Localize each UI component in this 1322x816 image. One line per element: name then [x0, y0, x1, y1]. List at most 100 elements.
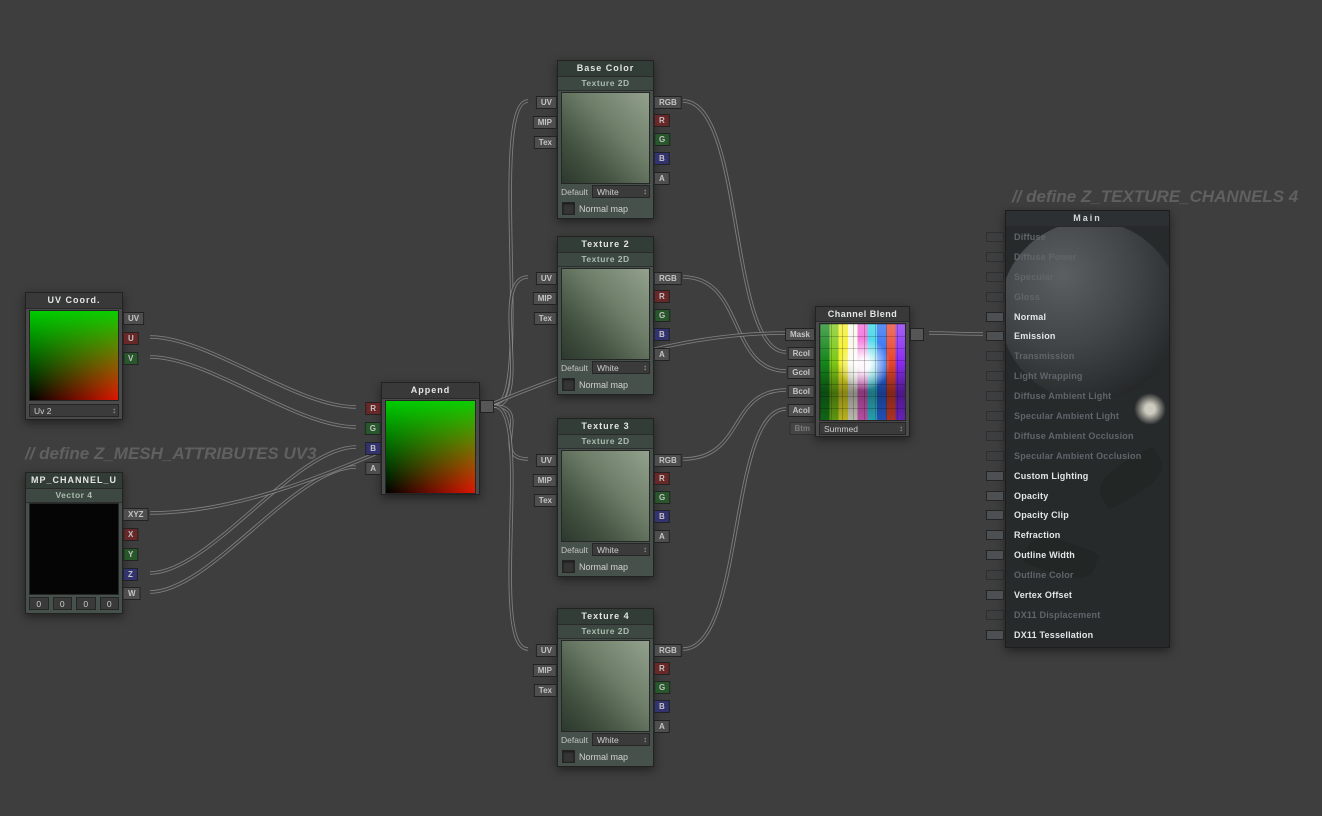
input-connector[interactable] — [986, 252, 1004, 262]
normal-map-checkbox[interactable] — [562, 560, 575, 573]
output-port-rgb[interactable]: RGB — [654, 96, 682, 109]
output-port-rgb[interactable]: RGB — [654, 644, 682, 657]
input-port-mip[interactable]: MIP — [533, 474, 557, 487]
wire[interactable] — [683, 277, 786, 371]
node-texture-4[interactable]: Texture 4 Texture 2D UV MIP Tex RGB R G … — [557, 608, 654, 767]
input-connector[interactable] — [986, 471, 1004, 481]
output-port-g[interactable]: G — [654, 491, 670, 504]
input-connector[interactable] — [986, 371, 1004, 381]
input-connector[interactable] — [986, 331, 1004, 341]
input-port-tex[interactable]: Tex — [534, 312, 557, 325]
input-connector[interactable] — [986, 411, 1004, 421]
output-port-b[interactable]: B — [654, 328, 670, 341]
node-texture-3[interactable]: Texture 3 Texture 2D UV MIP Tex RGB R G … — [557, 418, 654, 577]
vector4-z-field[interactable]: 0 — [76, 597, 96, 610]
input-connector[interactable] — [986, 550, 1004, 560]
output-port-z[interactable]: Z — [123, 568, 138, 581]
output-port-a[interactable]: A — [654, 348, 670, 361]
input-port-bcol[interactable]: Bcol — [788, 385, 815, 398]
output-connector[interactable] — [480, 400, 494, 413]
output-port-a[interactable]: A — [654, 172, 670, 185]
node-vector4-property[interactable]: MP_CHANNEL_U Vector 4 XYZ X Y Z W 0 0 0 … — [25, 472, 123, 614]
output-port-g[interactable]: G — [654, 681, 670, 694]
output-port-x[interactable]: X — [123, 528, 138, 541]
node-texture-2[interactable]: Texture 2 Texture 2D UV MIP Tex RGB R G … — [557, 236, 654, 395]
input-port-uv[interactable]: UV — [536, 272, 557, 285]
vector4-w-field[interactable]: 0 — [100, 597, 120, 610]
output-port-b[interactable]: B — [654, 700, 670, 713]
input-connector[interactable] — [986, 610, 1004, 620]
output-port-u[interactable]: U — [123, 332, 139, 345]
input-connector[interactable] — [986, 312, 1004, 322]
wire[interactable] — [683, 409, 786, 649]
input-port-r[interactable]: R — [365, 402, 381, 415]
input-port-mip[interactable]: MIP — [533, 664, 557, 677]
output-port-rgb[interactable]: RGB — [654, 272, 682, 285]
output-port-a[interactable]: A — [654, 530, 670, 543]
node-base-color-texture[interactable]: Base Color Texture 2D UV MIP Tex RGB R G… — [557, 60, 654, 219]
wire[interactable] — [494, 406, 528, 649]
input-connector[interactable] — [986, 451, 1004, 461]
output-port-b[interactable]: B — [654, 152, 670, 165]
output-port-rgb[interactable]: RGB — [654, 454, 682, 467]
wire[interactable] — [494, 277, 528, 406]
input-connector[interactable] — [986, 351, 1004, 361]
wire[interactable] — [150, 467, 356, 592]
input-port-mask[interactable]: Mask — [785, 328, 815, 341]
default-value-dropdown[interactable]: White — [592, 733, 650, 746]
output-port-r[interactable]: R — [654, 472, 670, 485]
output-port-r[interactable]: R — [654, 662, 670, 675]
normal-map-checkbox[interactable] — [562, 202, 575, 215]
wire[interactable] — [150, 337, 356, 407]
blend-mode-dropdown[interactable]: Summed — [819, 422, 906, 435]
input-port-uv[interactable]: UV — [536, 96, 557, 109]
normal-map-checkbox[interactable] — [562, 378, 575, 391]
node-main[interactable]: Main Diffuse Diffuse Power Specular Glos… — [1005, 210, 1170, 648]
default-value-dropdown[interactable]: White — [592, 361, 650, 374]
input-port-a[interactable]: A — [365, 462, 381, 475]
uv-channel-dropdown[interactable]: Uv 2 — [29, 404, 119, 417]
input-port-mip[interactable]: MIP — [533, 116, 557, 129]
input-port-g[interactable]: G — [365, 422, 381, 435]
wire[interactable] — [683, 390, 786, 459]
input-connector[interactable] — [986, 630, 1004, 640]
input-connector[interactable] — [986, 491, 1004, 501]
vector4-y-field[interactable]: 0 — [53, 597, 73, 610]
output-port-g[interactable]: G — [654, 133, 670, 146]
input-connector[interactable] — [986, 431, 1004, 441]
default-value-dropdown[interactable]: White — [592, 543, 650, 556]
default-value-dropdown[interactable]: White — [592, 185, 650, 198]
wire[interactable] — [929, 333, 983, 334]
input-connector[interactable] — [986, 272, 1004, 282]
input-port-tex[interactable]: Tex — [534, 494, 557, 507]
node-uv-coord[interactable]: UV Coord. UV U V Uv 2 — [25, 292, 123, 420]
input-port-gcol[interactable]: Gcol — [787, 366, 815, 379]
output-port-r[interactable]: R — [654, 114, 670, 127]
input-port-b[interactable]: B — [365, 442, 381, 455]
wire[interactable] — [683, 101, 786, 352]
output-port-b[interactable]: B — [654, 510, 670, 523]
output-port-r[interactable]: R — [654, 290, 670, 303]
input-connector[interactable] — [986, 510, 1004, 520]
input-connector[interactable] — [986, 570, 1004, 580]
output-port-w[interactable]: W — [123, 587, 141, 600]
normal-map-checkbox[interactable] — [562, 750, 575, 763]
output-port-a[interactable]: A — [654, 720, 670, 733]
node-append[interactable]: Append R G B A — [381, 382, 480, 495]
input-connector[interactable] — [986, 590, 1004, 600]
input-port-uv[interactable]: UV — [536, 454, 557, 467]
vector4-x-field[interactable]: 0 — [29, 597, 49, 610]
input-port-rcol[interactable]: Rcol — [788, 347, 815, 360]
input-port-acol[interactable]: Acol — [788, 404, 815, 417]
input-connector[interactable] — [986, 232, 1004, 242]
output-port-y[interactable]: Y — [123, 548, 138, 561]
input-port-btm[interactable]: Btm — [789, 422, 815, 435]
input-connector[interactable] — [986, 391, 1004, 401]
input-connector[interactable] — [986, 292, 1004, 302]
input-port-mip[interactable]: MIP — [533, 292, 557, 305]
node-channel-blend[interactable]: Channel Blend Mask Rcol Gcol Bcol Acol B… — [815, 306, 910, 437]
input-connector[interactable] — [986, 530, 1004, 540]
input-port-uv[interactable]: UV — [536, 644, 557, 657]
input-port-tex[interactable]: Tex — [534, 684, 557, 697]
node-graph-canvas[interactable]: // define Z_MESH_ATTRIBUTES UV3 // defin… — [0, 0, 1322, 816]
